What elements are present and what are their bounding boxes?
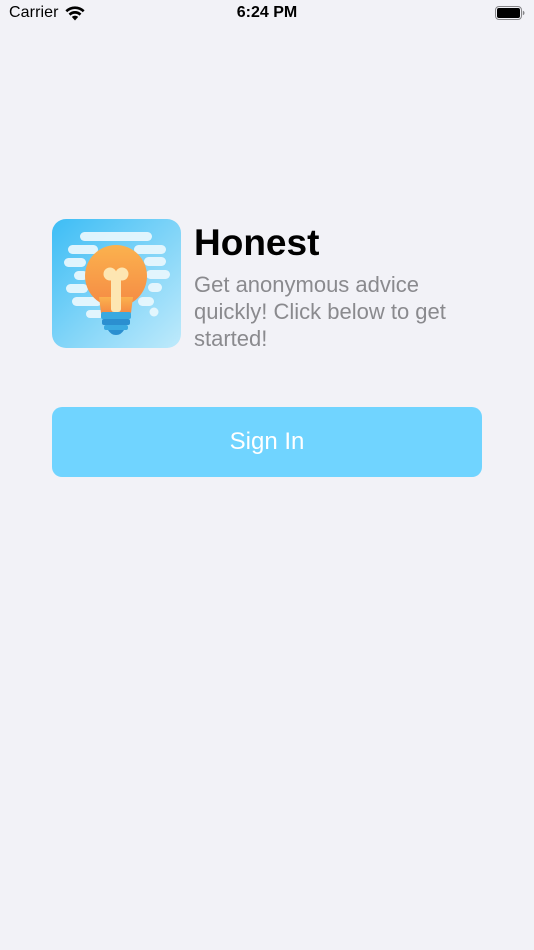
battery-icon <box>495 6 525 20</box>
lightbulb-icon <box>52 219 181 348</box>
status-bar: Carrier 6:24 PM <box>0 0 534 28</box>
app-subtitle: Get anonymous advice quickly! Click belo… <box>194 272 446 351</box>
app-title: Honest <box>194 222 320 263</box>
sign-in-button[interactable]: Sign In <box>52 407 482 477</box>
status-time: 6:24 PM <box>236 4 298 21</box>
app-header: Honest Get anonymous advice quickly! Cli… <box>52 219 492 359</box>
